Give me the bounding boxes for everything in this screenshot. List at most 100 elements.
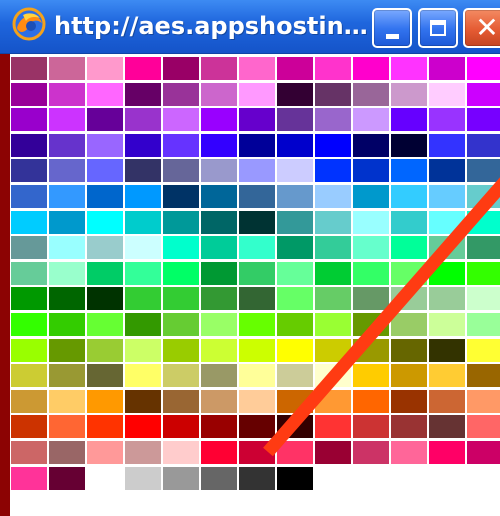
color-swatch[interactable]	[276, 286, 314, 312]
color-swatch[interactable]	[162, 184, 200, 209]
color-swatch[interactable]	[314, 312, 352, 337]
color-swatch[interactable]	[276, 81, 314, 107]
color-swatch[interactable]	[352, 132, 390, 158]
color-swatch[interactable]	[428, 158, 466, 184]
color-swatch[interactable]	[10, 440, 48, 465]
color-swatch[interactable]	[238, 388, 276, 414]
color-swatch[interactable]	[314, 158, 352, 184]
color-swatch[interactable]	[466, 388, 500, 414]
color-swatch[interactable]	[10, 132, 48, 158]
color-swatch[interactable]	[428, 235, 466, 261]
maximize-button[interactable]	[418, 8, 458, 48]
color-swatch[interactable]	[10, 388, 48, 414]
color-swatch[interactable]	[86, 107, 124, 133]
color-swatch[interactable]	[238, 414, 276, 440]
color-swatch[interactable]	[124, 363, 162, 389]
color-swatch[interactable]	[200, 337, 238, 363]
color-swatch[interactable]	[124, 209, 162, 235]
color-swatch[interactable]	[390, 81, 428, 107]
color-swatch[interactable]	[390, 414, 428, 440]
color-swatch[interactable]	[10, 312, 48, 337]
color-swatch[interactable]	[466, 363, 500, 389]
color-swatch[interactable]	[276, 184, 314, 209]
color-swatch[interactable]	[162, 56, 200, 81]
color-swatch[interactable]	[124, 312, 162, 337]
color-swatch[interactable]	[390, 286, 428, 312]
color-swatch[interactable]	[276, 209, 314, 235]
color-swatch[interactable]	[10, 158, 48, 184]
color-swatch[interactable]	[390, 388, 428, 414]
color-swatch[interactable]	[10, 286, 48, 312]
color-swatch[interactable]	[428, 312, 466, 337]
color-swatch[interactable]	[48, 56, 86, 81]
color-swatch[interactable]	[314, 56, 352, 81]
color-swatch[interactable]	[466, 414, 500, 440]
color-swatch[interactable]	[238, 260, 276, 286]
minimize-button[interactable]	[372, 8, 412, 48]
color-swatch[interactable]	[314, 81, 352, 107]
color-swatch[interactable]	[428, 260, 466, 286]
color-swatch[interactable]	[124, 260, 162, 286]
color-swatch[interactable]	[352, 235, 390, 261]
color-swatch[interactable]	[48, 465, 86, 491]
color-swatch[interactable]	[200, 81, 238, 107]
color-swatch[interactable]	[162, 260, 200, 286]
color-swatch[interactable]	[238, 312, 276, 337]
color-swatch[interactable]	[86, 337, 124, 363]
color-swatch[interactable]	[352, 184, 390, 209]
color-swatch[interactable]	[10, 81, 48, 107]
color-swatch[interactable]	[428, 107, 466, 133]
color-swatch[interactable]	[466, 440, 500, 465]
color-swatch[interactable]	[390, 158, 428, 184]
color-swatch[interactable]	[276, 132, 314, 158]
color-swatch[interactable]	[200, 184, 238, 209]
color-swatch[interactable]	[124, 81, 162, 107]
color-swatch[interactable]	[466, 286, 500, 312]
color-swatch[interactable]	[390, 440, 428, 465]
color-swatch[interactable]	[314, 414, 352, 440]
color-swatch[interactable]	[124, 158, 162, 184]
color-swatch[interactable]	[48, 363, 86, 389]
color-swatch[interactable]	[200, 132, 238, 158]
color-swatch[interactable]	[10, 56, 48, 81]
color-swatch[interactable]	[428, 286, 466, 312]
color-swatch[interactable]	[466, 132, 500, 158]
color-swatch[interactable]	[10, 337, 48, 363]
color-swatch[interactable]	[162, 388, 200, 414]
color-swatch[interactable]	[124, 337, 162, 363]
color-swatch[interactable]	[162, 81, 200, 107]
color-swatch[interactable]	[10, 209, 48, 235]
color-swatch[interactable]	[10, 107, 48, 133]
color-swatch[interactable]	[48, 312, 86, 337]
color-swatch[interactable]	[428, 132, 466, 158]
color-swatch[interactable]	[276, 465, 314, 491]
color-swatch[interactable]	[200, 363, 238, 389]
color-swatch[interactable]	[124, 235, 162, 261]
color-swatch[interactable]	[428, 388, 466, 414]
color-swatch[interactable]	[86, 312, 124, 337]
color-swatch[interactable]	[48, 132, 86, 158]
color-swatch[interactable]	[10, 465, 48, 491]
color-swatch[interactable]	[162, 107, 200, 133]
color-swatch[interactable]	[48, 414, 86, 440]
color-swatch[interactable]	[352, 440, 390, 465]
color-swatch[interactable]	[466, 56, 500, 81]
color-swatch[interactable]	[276, 363, 314, 389]
color-swatch[interactable]	[352, 107, 390, 133]
color-swatch[interactable]	[466, 81, 500, 107]
color-swatch[interactable]	[162, 465, 200, 491]
color-swatch[interactable]	[162, 286, 200, 312]
color-swatch[interactable]	[314, 440, 352, 465]
color-swatch[interactable]	[390, 209, 428, 235]
color-swatch[interactable]	[314, 286, 352, 312]
color-swatch[interactable]	[86, 209, 124, 235]
color-swatch[interactable]	[48, 184, 86, 209]
color-swatch[interactable]	[390, 184, 428, 209]
color-swatch[interactable]	[238, 209, 276, 235]
color-swatch[interactable]	[466, 312, 500, 337]
color-swatch[interactable]	[200, 465, 238, 491]
color-swatch[interactable]	[238, 81, 276, 107]
color-swatch[interactable]	[276, 235, 314, 261]
color-swatch[interactable]	[200, 235, 238, 261]
color-swatch[interactable]	[238, 363, 276, 389]
